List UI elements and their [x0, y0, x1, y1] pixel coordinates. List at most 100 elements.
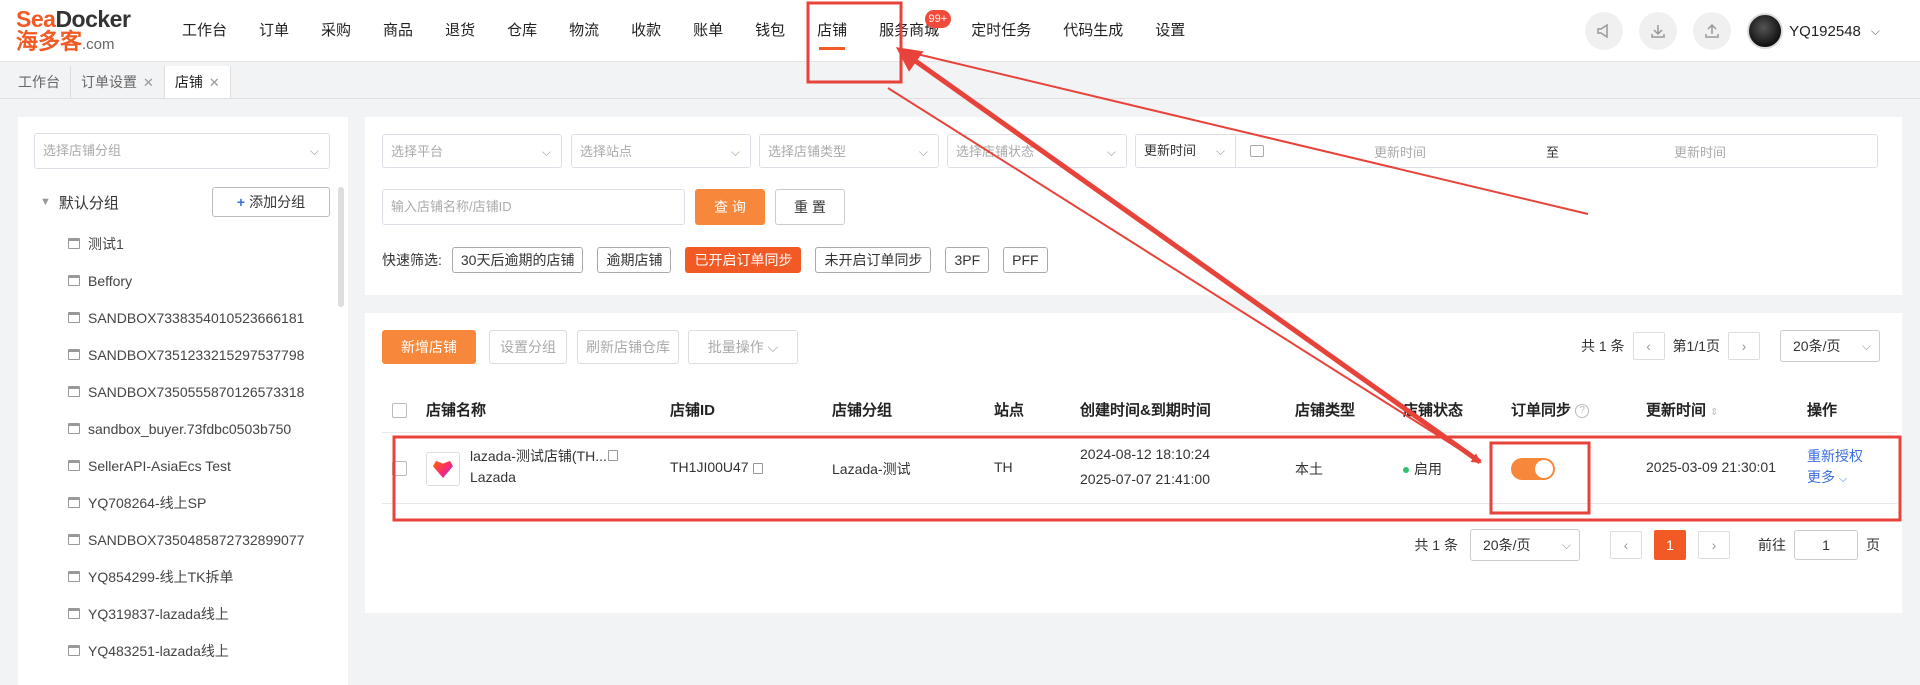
download-button[interactable] [1639, 12, 1678, 50]
page-tab-order-settings[interactable]: 订单设置 ✕ [71, 66, 165, 98]
page-number-current[interactable]: 1 [1654, 530, 1686, 560]
quick-tag-expiring[interactable]: 30天后逾期的店铺 [451, 247, 584, 273]
date-range-picker[interactable]: 更新时间 ⌵ 更新时间 至 更新时间 [1135, 134, 1878, 168]
nav-purchase[interactable]: 采购 [305, 0, 367, 62]
close-icon[interactable]: ✕ [143, 75, 154, 90]
logo[interactable]: SeaDocker 海多客.com [0, 8, 150, 53]
order-sync-toggle[interactable] [1511, 458, 1555, 480]
upload-icon [1705, 23, 1719, 38]
more-actions-link[interactable]: 更多 ⌵ [1807, 467, 1847, 487]
page-tab-workbench[interactable]: 工作台 [8, 66, 71, 98]
copy-icon[interactable] [752, 462, 763, 474]
add-group-button[interactable]: + 添加分组 [212, 187, 330, 217]
set-group-button[interactable]: 设置分组 [489, 330, 567, 364]
shop-icon [68, 534, 80, 545]
list-item[interactable]: YQ483251-lazada线上 [68, 632, 338, 669]
quick-tag-3pf[interactable]: 3PF [945, 247, 990, 273]
upload-button[interactable] [1693, 12, 1732, 50]
quick-tag-expired[interactable]: 逾期店铺 [597, 247, 672, 273]
nav-stores[interactable]: 店铺 [801, 0, 863, 62]
list-item[interactable]: YQ708264-线上SP [68, 484, 338, 521]
list-item[interactable]: SANDBOX7351233215297537798 [68, 336, 338, 373]
nav-workbench[interactable]: 工作台 [166, 0, 243, 62]
query-button[interactable]: 查 询 [695, 189, 765, 225]
nav-service-mall[interactable]: 服务商城 99+ [863, 0, 955, 62]
group-header[interactable]: ▼ 默认分组 + 添加分组 [40, 187, 330, 217]
store-status-select[interactable]: 选择店铺状态 ⌵ [947, 134, 1127, 168]
nav-label: 定时任务 [971, 21, 1032, 39]
next-page-button-bottom[interactable]: › [1698, 531, 1730, 559]
nav-products[interactable]: 商品 [367, 0, 429, 62]
help-icon[interactable]: ? [1575, 404, 1590, 419]
nav-warehouse[interactable]: 仓库 [491, 0, 553, 62]
reauthorize-link[interactable]: 重新授权 [1807, 446, 1863, 466]
list-item[interactable]: Beffory [68, 262, 338, 299]
nav-returns[interactable]: 退货 [429, 0, 491, 62]
store-label: YQ854299-线上TK拆单 [88, 568, 234, 585]
prev-page-button-bottom[interactable]: ‹ [1610, 531, 1642, 559]
list-item[interactable]: sandbox_buyer.73fdbc0503b750 [68, 410, 338, 447]
status-text: 启用 [1414, 461, 1442, 477]
nav-orders[interactable]: 订单 [243, 0, 305, 62]
list-item[interactable]: 测试1 [68, 225, 338, 262]
list-item[interactable]: SellerAPI-AsiaEcs Test [68, 447, 338, 484]
page-size-select[interactable]: 20条/页 ⌵ [1780, 330, 1880, 362]
avatar[interactable] [1747, 13, 1784, 49]
quick-tag-sync-off[interactable]: 未开启订单同步 [815, 247, 932, 273]
list-item[interactable]: SANDBOX7350485872732899077 [68, 521, 338, 558]
site-select[interactable]: 选择站点 ⌵ [571, 134, 751, 168]
quick-filter-label: 快速筛选: [382, 252, 442, 268]
date-start-input[interactable]: 更新时间 [1374, 142, 1426, 161]
nav-payments[interactable]: 收款 [615, 0, 677, 62]
store-label: SANDBOX7338354010523666181 [88, 309, 305, 326]
store-type-select[interactable]: 选择店铺类型 ⌵ [759, 134, 939, 168]
goto-page-input[interactable]: 1 [1794, 530, 1858, 560]
list-item[interactable]: SANDBOX7350555870126573318 [68, 373, 338, 410]
calendar-icon [1250, 145, 1264, 157]
group-select[interactable]: 选择店铺分组 ⌵ [34, 133, 330, 169]
store-label: Beffory [88, 272, 133, 289]
quick-tag-sync-on[interactable]: 已开启订单同步 [685, 247, 802, 273]
row-checkbox[interactable] [392, 461, 407, 476]
table-row[interactable]: lazada-测试店铺(TH... Lazada TH1JI00U47 Laza… [382, 434, 1897, 504]
next-page-button[interactable]: › [1728, 332, 1760, 360]
reset-button[interactable]: 重 置 [775, 189, 845, 225]
date-type-select[interactable]: 更新时间 ⌵ [1136, 135, 1236, 167]
nav-wallet[interactable]: 钱包 [739, 0, 801, 62]
sidebar-scrollbar[interactable] [338, 187, 344, 307]
batch-ops-button[interactable]: 批量操作 ⌵ [688, 330, 798, 364]
announcement-button[interactable] [1585, 12, 1624, 50]
store-list: 测试1 Beffory SANDBOX7338354010523666181 S… [68, 225, 338, 669]
chevron-down-icon[interactable]: ⌵ [1871, 24, 1880, 39]
caret-down-icon[interactable]: ▼ [40, 196, 51, 208]
store-search-input[interactable]: 输入店铺名称/店铺ID [382, 189, 685, 225]
updated-time: 2025-03-09 21:30:01 [1646, 459, 1776, 475]
sort-icon[interactable]: ⇕ [1710, 407, 1718, 418]
close-icon[interactable]: ✕ [209, 75, 220, 90]
chevron-down-icon: ⌵ [1861, 339, 1871, 353]
platform-select[interactable]: 选择平台 ⌵ [382, 134, 562, 168]
date-end-input[interactable]: 更新时间 [1674, 142, 1726, 161]
prev-page-button[interactable]: ‹ [1632, 332, 1665, 360]
shop-icon [68, 423, 80, 434]
total-count: 共 1 条 [1580, 338, 1625, 354]
refresh-warehouse-button[interactable]: 刷新店铺仓库 [577, 330, 679, 364]
nav-code-gen[interactable]: 代码生成 [1047, 0, 1139, 62]
page-tab-stores[interactable]: 店铺 ✕ [164, 66, 231, 98]
username[interactable]: YQ192548 [1789, 23, 1861, 40]
list-item[interactable]: SANDBOX7338354010523666181 [68, 299, 338, 336]
date-type-label: 更新时间 [1144, 143, 1197, 158]
quick-tag-pff[interactable]: PFF [1003, 247, 1048, 273]
page-size-select-bottom[interactable]: 20条/页 ⌵ [1470, 529, 1580, 561]
nav-logistics[interactable]: 物流 [553, 0, 615, 62]
col-updated-time[interactable]: 更新时间 ⇕ [1646, 389, 1719, 435]
list-item[interactable]: YQ854299-线上TK拆单 [68, 558, 338, 595]
nav-settings[interactable]: 设置 [1139, 0, 1201, 62]
add-store-button[interactable]: 新增店铺 [382, 330, 476, 364]
nav-scheduled-tasks[interactable]: 定时任务 [955, 0, 1047, 62]
pager-bottom: 共 1 条 20条/页 ⌵ ‹ 1 › 前往 1 页 [1414, 529, 1880, 561]
select-all-checkbox[interactable] [392, 403, 407, 418]
nav-bills[interactable]: 账单 [677, 0, 739, 62]
copy-icon[interactable] [604, 446, 618, 462]
list-item[interactable]: YQ319837-lazada线上 [68, 595, 338, 632]
